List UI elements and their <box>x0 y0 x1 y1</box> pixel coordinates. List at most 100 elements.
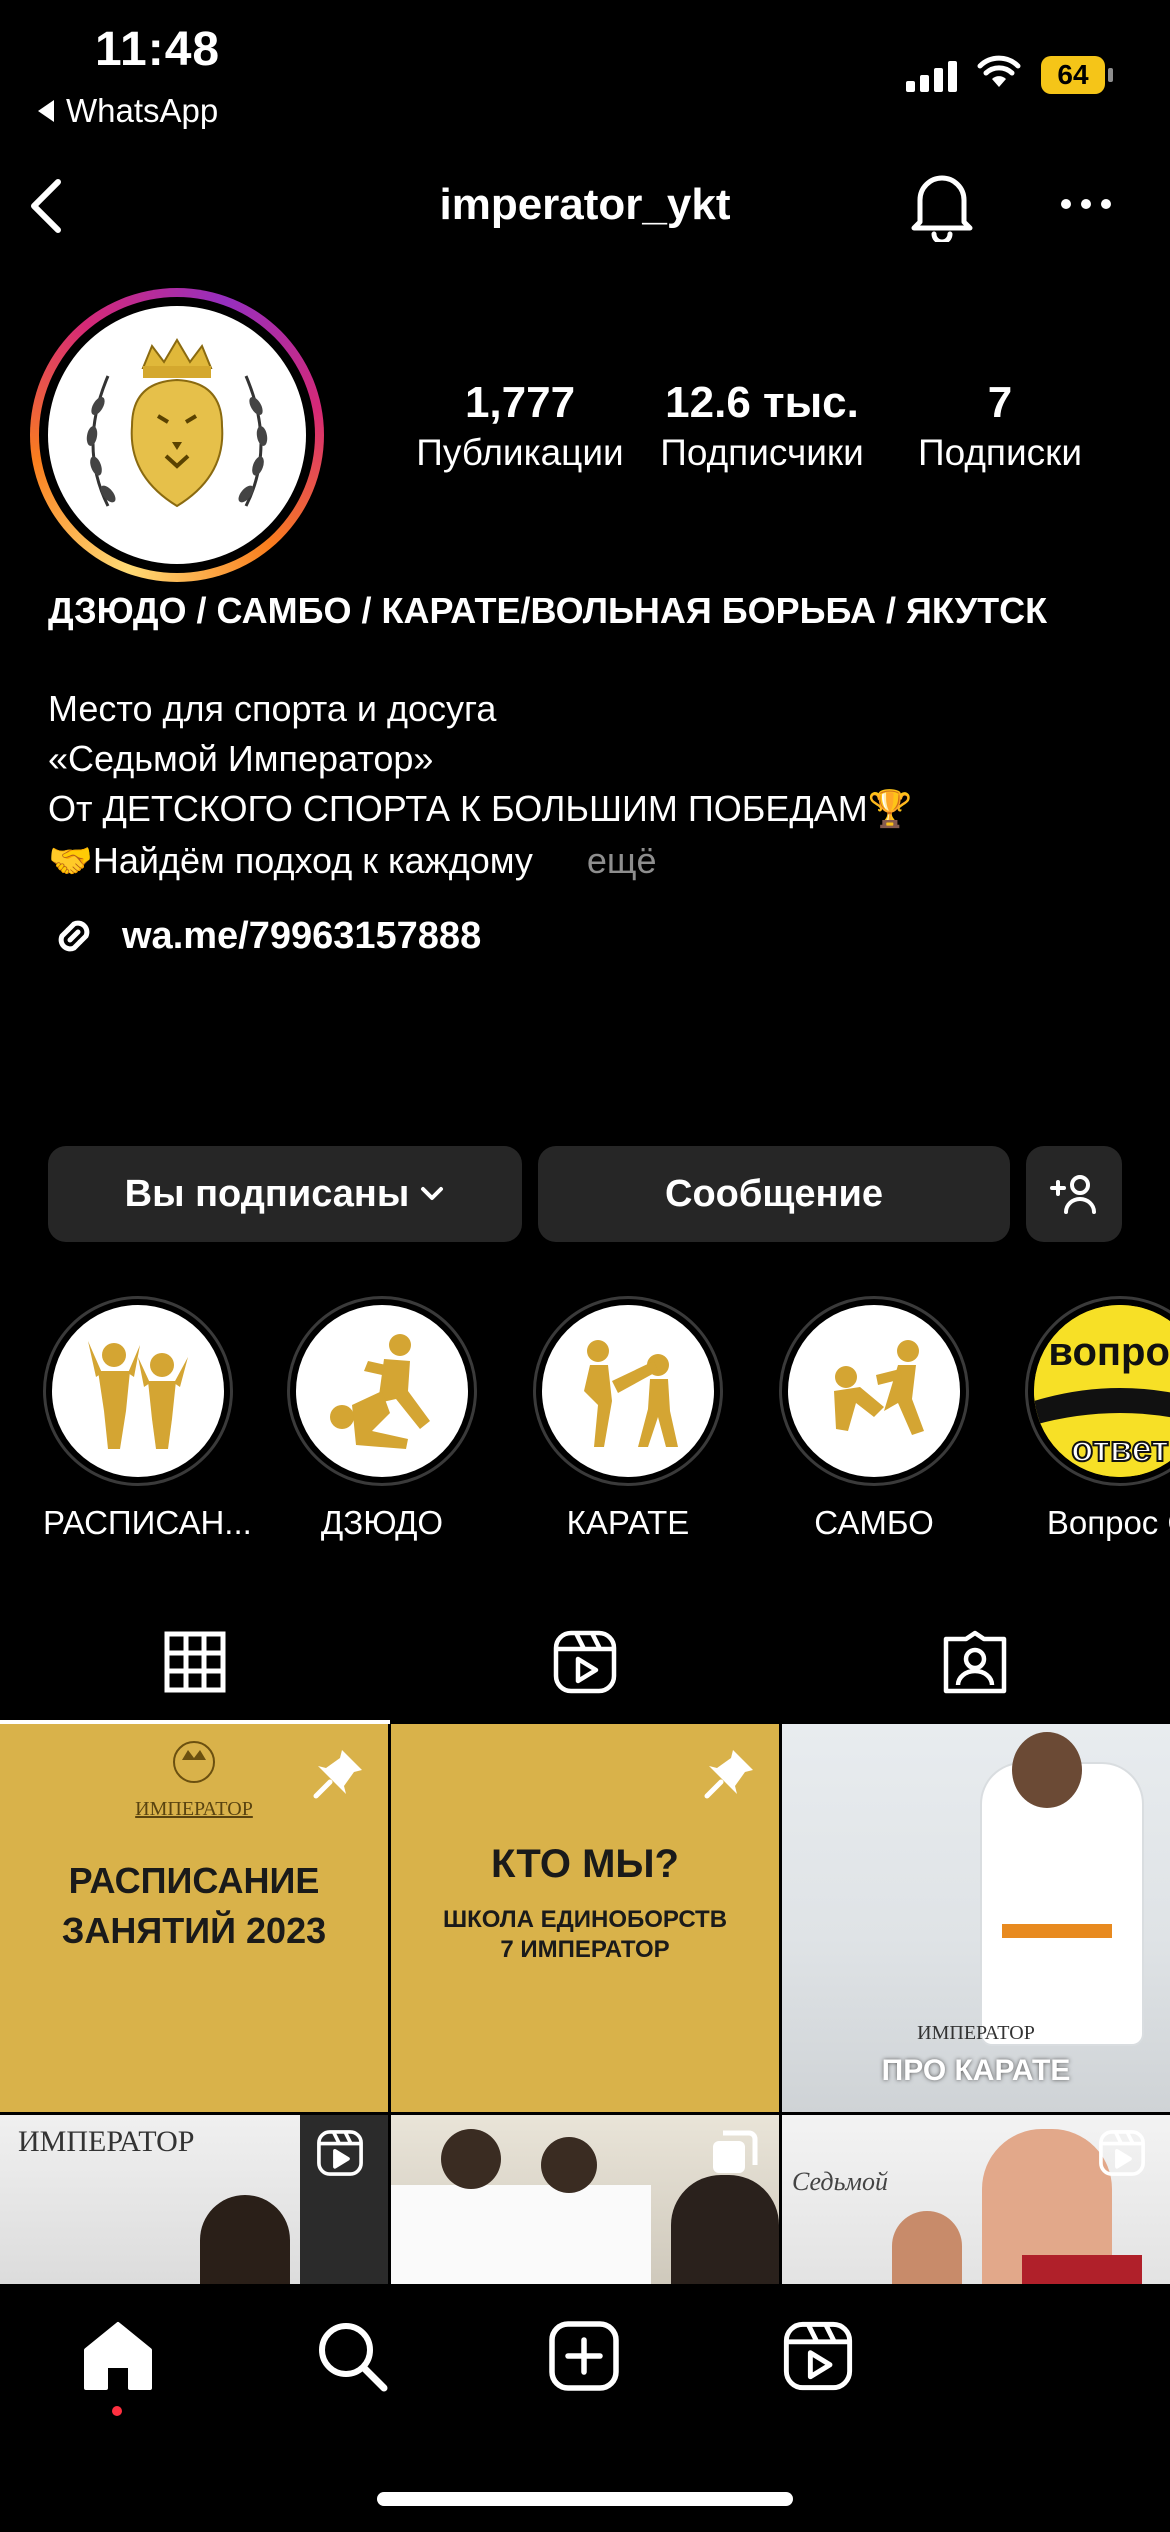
tab-tagged[interactable] <box>780 1600 1170 1724</box>
post-caption: ПРО КАРАТЕ <box>881 2054 1071 2087</box>
post-photo-head <box>1012 1732 1082 1808</box>
create-post-icon[interactable] <box>548 2320 620 2392</box>
grid-icon <box>164 1631 226 1693</box>
back-app-label: WhatsApp <box>66 92 219 129</box>
post-photo-shirt <box>1022 2255 1142 2284</box>
following-button-label: Вы подписаны <box>124 1172 410 1215</box>
highlight-label: РАСПИСАН... <box>43 1504 252 1541</box>
stat-following-value: 7 <box>987 378 1013 427</box>
message-button-label: Сообщение <box>665 1172 883 1215</box>
stat-followers-value: 12.6 тыс. <box>665 378 859 427</box>
bio-more-link[interactable]: ещё <box>587 840 657 881</box>
stat-followers[interactable]: 12.6 тыс. Подписчики <box>650 378 874 474</box>
signal-icon <box>906 60 957 92</box>
stat-following-label: Подписки <box>917 432 1082 473</box>
following-button[interactable]: Вы подписаны <box>48 1146 522 1242</box>
emblem-icon <box>173 1741 215 1783</box>
tagged-person-icon <box>943 1630 1007 1694</box>
stat-posts[interactable]: 1,777 Публикации <box>415 378 625 474</box>
profile-username: imperator_ykt <box>439 180 731 229</box>
highlight-label: КАРАТЕ <box>566 1504 690 1541</box>
bio-link[interactable]: wa.me/79963157888 <box>48 910 481 962</box>
add-person-icon <box>1050 1175 1096 1214</box>
post-tile-about[interactable]: КТО МЫ? ШКОЛА ЕДИНОБОРСТВ 7 ИМПЕРАТОР <box>391 1724 779 2112</box>
highlight-sambo[interactable]: САМБО <box>779 1296 969 1542</box>
home-icon[interactable] <box>80 2320 156 2392</box>
post-logo-text: ИМПЕРАТОР <box>135 1798 253 1820</box>
link-icon <box>58 920 90 952</box>
reels-icon <box>317 2130 363 2176</box>
karate-kick-icon <box>584 1340 678 1447</box>
tab-reels[interactable] <box>390 1600 780 1724</box>
bio-line-text: 🤝Найдём подход к каждому <box>48 840 533 881</box>
judo-throw-icon <box>330 1334 430 1449</box>
post-tile-video-1[interactable]: ИМПЕРАТОР <box>0 2115 388 2284</box>
post-photo-head <box>541 2137 597 2193</box>
sambo-grapple-icon <box>834 1340 924 1435</box>
post-photo-face <box>892 2211 962 2284</box>
post-photo-figure <box>982 1764 1142 2044</box>
message-button[interactable]: Сообщение <box>538 1146 1010 1242</box>
post-logo-text: ИМПЕРАТОР <box>18 2125 195 2158</box>
post-logo-text: ИМПЕРАТОР <box>917 2022 1035 2044</box>
bell-icon[interactable] <box>910 170 974 242</box>
battery-tip <box>1108 68 1113 82</box>
lion-crown-logo-icon <box>57 315 297 555</box>
home-notification-dot <box>112 2406 122 2416</box>
stat-following[interactable]: 7 Подписки <box>900 378 1100 474</box>
pin-icon <box>704 1750 753 1799</box>
profile-avatar[interactable] <box>30 288 324 582</box>
bio-title: ДЗЮДО / САМБО / КАРАТЕ/ВОЛЬНАЯ БОРЬБА / … <box>48 590 1048 631</box>
post-tile-schedule[interactable]: ИМПЕРАТОР РАСПИСАНИЕ ЗАНЯТИЙ 2023 <box>0 1724 388 2112</box>
post-photo-head <box>671 2175 779 2284</box>
post-tile-carousel[interactable] <box>391 2115 779 2284</box>
post-title-line: РАСПИСАНИЕ <box>68 1860 320 1901</box>
search-icon[interactable] <box>314 2318 390 2394</box>
highlight-label: ДЗЮДО <box>320 1504 444 1541</box>
stat-posts-label: Публикации <box>416 432 624 473</box>
qa-badge-icon: вопрос ответ <box>1034 1305 1170 1477</box>
home-indicator <box>377 2492 793 2506</box>
bio-line: От ДЕТСКОГО СПОРТА К БОЛЬШИМ ПОБЕДАМ🏆 <box>48 788 913 829</box>
post-tile-video-2[interactable]: Седьмой <box>782 2115 1170 2284</box>
bio-line: «Седьмой Император» <box>48 738 434 779</box>
profile-tabs <box>0 1600 1170 1724</box>
suggest-users-button[interactable] <box>1026 1146 1122 1242</box>
post-photo-belt <box>1002 1924 1112 1938</box>
post-tile-karate[interactable]: ИМПЕРАТОР ПРО КАРАТЕ <box>782 1724 1170 2112</box>
highlight-karate[interactable]: КАРАТЕ <box>533 1296 723 1542</box>
more-options-icon[interactable] <box>1058 196 1114 212</box>
tab-grid[interactable] <box>0 1600 390 1724</box>
people-cheering-icon <box>88 1341 188 1449</box>
post-title: КТО МЫ? <box>491 1842 679 1886</box>
stat-followers-label: Подписчики <box>660 432 864 473</box>
bio-line: Место для спорта и досуга <box>48 688 497 729</box>
wifi-icon <box>977 55 1021 87</box>
bio-link-text: wa.me/79963157888 <box>122 914 482 957</box>
reels-nav-icon[interactable] <box>782 2320 854 2392</box>
bio-line: 🤝Найдём подход к каждому ещё <box>48 836 657 886</box>
pin-icon <box>313 1750 362 1799</box>
post-subtitle: ШКОЛА ЕДИНОБОРСТВ <box>442 1906 728 1933</box>
post-photo-head <box>200 2195 290 2284</box>
chevron-down-icon <box>421 1187 444 1200</box>
post-photo-head <box>441 2129 501 2189</box>
post-title-line: ЗАНЯТИЙ 2023 <box>61 1910 327 1951</box>
reels-icon <box>553 1630 617 1694</box>
highlight-label: САМБО <box>814 1504 934 1541</box>
highlight-schedule[interactable]: РАСПИСАН... <box>43 1296 252 1542</box>
back-to-app-link[interactable]: WhatsApp <box>38 92 218 130</box>
highlight-qa[interactable]: вопрос ответ Вопрос О <box>1025 1296 1170 1542</box>
status-time: 11:48 <box>95 23 221 76</box>
qa-badge-top-text: вопрос <box>1048 1330 1170 1374</box>
post-logo-text: Седьмой <box>792 2167 888 2196</box>
highlight-label: Вопрос О <box>1046 1504 1170 1541</box>
post-subtitle: 7 ИМПЕРАТОР <box>500 1936 670 1963</box>
back-triangle-icon <box>38 100 54 122</box>
post-photo-kimono <box>391 2185 651 2284</box>
battery-indicator: 64 <box>1041 56 1105 94</box>
stat-posts-value: 1,777 <box>464 378 576 427</box>
reels-icon <box>1099 2130 1145 2176</box>
battery-level: 64 <box>1057 59 1089 90</box>
highlight-judo[interactable]: ДЗЮДО <box>287 1296 477 1542</box>
